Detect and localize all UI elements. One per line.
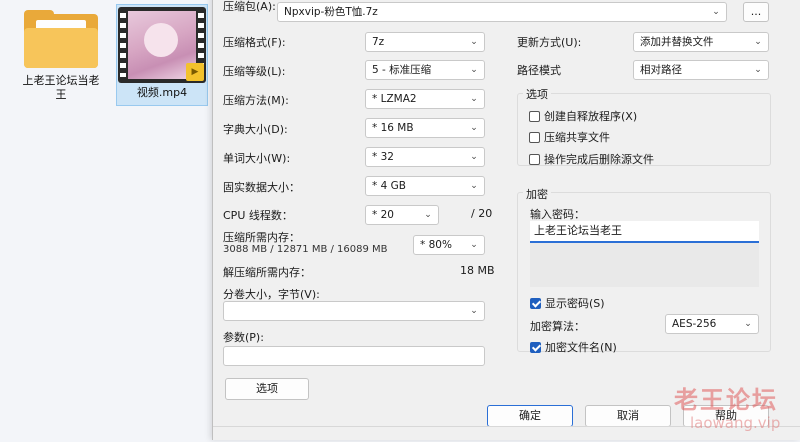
- chevron-down-icon: ⌄: [744, 319, 752, 329]
- folder-label: 上老王论坛当老王: [22, 74, 100, 101]
- chevron-down-icon: ⌄: [470, 306, 478, 316]
- encryption-group-title: 加密: [523, 186, 551, 202]
- update-label: 更新方式(U):: [517, 36, 582, 49]
- chevron-down-icon: ⌄: [470, 152, 478, 162]
- encryption-method-select[interactable]: AES-256 ⌄: [665, 314, 759, 334]
- update-select[interactable]: 添加并替换文件 ⌄: [633, 32, 769, 52]
- show-password-checkbox[interactable]: 显示密码(S): [530, 295, 605, 311]
- player-badge-icon: ▶: [186, 63, 204, 81]
- solid-label: 固实数据大小：: [223, 181, 300, 194]
- options-group-title: 选项: [523, 86, 551, 102]
- checkbox-checked-icon: [530, 297, 541, 309]
- sfx-checkbox[interactable]: 创建自释放程序(X): [529, 108, 637, 124]
- chevron-down-icon: ⌄: [424, 210, 432, 220]
- shared-files-checkbox[interactable]: 压缩共享文件: [529, 129, 610, 145]
- decomp-label: 解压缩所需内存：: [223, 266, 311, 279]
- dict-select[interactable]: * 16 MB ⌄: [365, 118, 485, 138]
- browse-button[interactable]: ...: [743, 2, 769, 22]
- threads-select[interactable]: * 20 ⌄: [365, 205, 439, 225]
- format-select[interactable]: 7z ⌄: [365, 32, 485, 52]
- password-input[interactable]: 上老王论坛当老王: [530, 221, 759, 243]
- folder-icon: [24, 10, 98, 68]
- checkbox-icon: [529, 131, 540, 143]
- chevron-down-icon: ⌄: [470, 37, 478, 47]
- threads-max: / 20: [471, 207, 493, 220]
- archive-name-combo[interactable]: Npxvip-粉色T恤.7z ⌄: [277, 2, 727, 22]
- threads-label: CPU 线程数：: [223, 209, 293, 222]
- memory-label: 压缩所需内存：: [223, 231, 300, 244]
- checkbox-icon: [529, 110, 540, 122]
- memory-select[interactable]: * 80% ⌄: [413, 235, 485, 255]
- memory-detail: 3088 MB / 12871 MB / 16089 MB: [223, 244, 388, 255]
- chevron-down-icon: ⌄: [754, 37, 762, 47]
- solid-select[interactable]: * 4 GB ⌄: [365, 176, 485, 196]
- video-file-icon: ▶: [118, 7, 206, 83]
- level-select[interactable]: 5 - 标准压缩 ⌄: [365, 60, 485, 80]
- params-label: 参数(P):: [223, 331, 264, 344]
- watermark-title: 老王论坛: [674, 386, 778, 414]
- password-label: 输入密码：: [530, 208, 585, 221]
- volume-select[interactable]: ⌄: [223, 301, 485, 321]
- dict-label: 字典大小(D):: [223, 123, 288, 136]
- method-label: 压缩方法(M):: [223, 94, 289, 107]
- delete-after-checkbox[interactable]: 操作完成后删除源文件: [529, 151, 654, 167]
- chevron-down-icon: ⌄: [470, 65, 478, 75]
- level-label: 压缩等级(L):: [223, 65, 286, 78]
- volume-label: 分卷大小，字节(V):: [223, 288, 320, 301]
- encrypt-names-checkbox[interactable]: 加密文件名(N): [530, 339, 617, 355]
- path-select[interactable]: 相对路径 ⌄: [633, 60, 769, 80]
- decomp-value: 18 MB: [460, 264, 495, 277]
- watermark-url: laowang.vip: [690, 414, 781, 432]
- checkbox-icon: [529, 153, 540, 165]
- encryption-method-label: 加密算法：: [530, 320, 585, 333]
- chevron-down-icon: ⌄: [470, 123, 478, 133]
- params-input[interactable]: [223, 346, 485, 366]
- chevron-down-icon: ⌄: [470, 94, 478, 104]
- chevron-down-icon: ⌄: [470, 181, 478, 191]
- chevron-down-icon[interactable]: ⌄: [711, 3, 721, 21]
- archive-label: 压缩包(A):: [223, 0, 276, 13]
- cancel-button[interactable]: 取消: [585, 405, 671, 427]
- ok-button[interactable]: 确定: [487, 405, 573, 427]
- password-area: [530, 243, 759, 287]
- format-label: 压缩格式(F):: [223, 36, 286, 49]
- options-button[interactable]: 选项: [225, 378, 309, 400]
- checkbox-checked-icon: [530, 341, 541, 353]
- chevron-down-icon: ⌄: [754, 65, 762, 75]
- desktop: 上老王论坛当老王 ▶ 视频.mp4: [0, 0, 212, 442]
- word-select[interactable]: * 32 ⌄: [365, 147, 485, 167]
- method-select[interactable]: * LZMA2 ⌄: [365, 89, 485, 109]
- word-label: 单词大小(W):: [223, 152, 291, 165]
- add-to-archive-dialog: 压缩包(A): Npxvip-粉色T恤.7z ⌄ ... 压缩格式(F): 7z ⌄…: [212, 0, 800, 440]
- video-file-label: 视频.mp4: [136, 86, 188, 99]
- desktop-video-file[interactable]: ▶ 视频.mp4: [116, 4, 208, 106]
- desktop-folder[interactable]: 上老王论坛当老王: [20, 10, 102, 102]
- chevron-down-icon: ⌄: [470, 240, 478, 250]
- path-label: 路径模式: [517, 64, 561, 77]
